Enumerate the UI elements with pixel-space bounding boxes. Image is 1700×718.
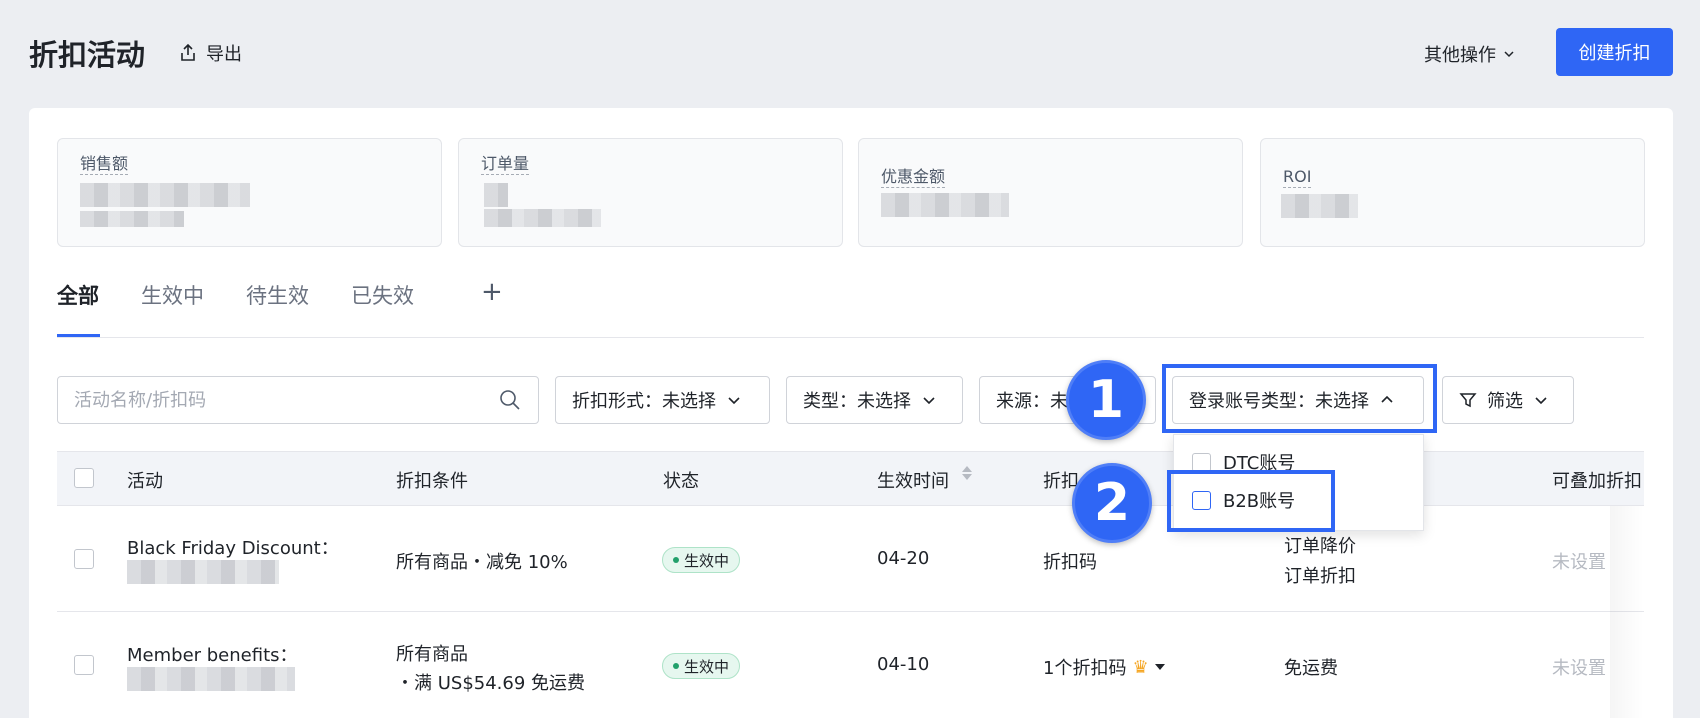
row-checkbox[interactable] <box>74 655 94 675</box>
status-badge: 生效中 <box>662 653 741 679</box>
blurred-value <box>484 183 508 207</box>
stackable-value: 未设置 <box>1552 552 1606 573</box>
filter-icon <box>1459 393 1477 408</box>
search-input[interactable] <box>74 389 498 411</box>
filter-label: 筛选 <box>1487 391 1523 412</box>
activity-name[interactable]: Member benefits： <box>127 641 298 667</box>
discount-type: 免运费 <box>1284 658 1338 679</box>
column-header-activity: 活动 <box>127 471 163 492</box>
status-tabs: 全部 生效中 待生效 已失效 <box>57 280 456 310</box>
search-icon[interactable] <box>498 388 522 412</box>
stat-card-orders: 订单量 <box>458 138 843 247</box>
blurred-value <box>127 667 295 691</box>
add-tab-icon[interactable]: + <box>481 279 503 305</box>
tab-all[interactable]: 全部 <box>57 280 99 310</box>
activity-name[interactable]: Black Friday Discount： <box>127 534 339 560</box>
stat-label: 销售额 <box>80 154 129 175</box>
stackable-value: 未设置 <box>1552 658 1606 679</box>
crown-icon: ♛ <box>1132 656 1149 678</box>
tabs-divider <box>57 337 1644 338</box>
filter-label: 类型：未选择 <box>803 391 911 412</box>
chevron-down-icon <box>1504 51 1514 58</box>
blurred-value <box>80 211 184 227</box>
step-badge-2: 2 <box>1072 463 1152 543</box>
other-ops-label: 其他操作 <box>1424 45 1496 66</box>
status-dot <box>673 663 679 669</box>
blurred-value <box>1281 194 1358 218</box>
discount-code-count: 1个折扣码 <box>1043 658 1127 679</box>
discount-condition: 所有商品 <box>396 644 468 665</box>
discount-method: 折扣码 <box>1043 552 1097 573</box>
tab-expired[interactable]: 已失效 <box>351 280 414 310</box>
blurred-value <box>881 193 1009 217</box>
export-label: 导出 <box>206 44 242 65</box>
discount-type: 订单折扣 <box>1284 566 1356 587</box>
chevron-down-icon <box>1535 397 1547 405</box>
discount-type: 订单降价 <box>1284 536 1356 557</box>
filter-screen-button[interactable]: 筛选 <box>1442 376 1574 424</box>
tab-active[interactable]: 生效中 <box>141 280 204 310</box>
stat-label: ROI <box>1283 167 1312 188</box>
status-dot <box>673 557 679 563</box>
search-box <box>57 376 539 424</box>
effective-time: 04-20 <box>877 548 930 569</box>
status-text: 生效中 <box>684 657 730 676</box>
chevron-down-icon <box>728 397 740 405</box>
page-header: 折扣活动 导出 其他操作 创建折扣 <box>0 0 1700 104</box>
filter-discount-form[interactable]: 折扣形式：未选择 <box>555 376 770 424</box>
export-button[interactable]: 导出 <box>178 40 242 66</box>
stat-card-sales: 销售额 <box>57 138 442 247</box>
blurred-value <box>80 183 250 207</box>
column-header-condition: 折扣条件 <box>396 471 468 492</box>
step-badge-1: 1 <box>1066 360 1146 440</box>
status-text: 生效中 <box>684 551 730 570</box>
stat-label: 订单量 <box>481 154 530 175</box>
scroll-shadow <box>1610 506 1644 718</box>
discount-condition: ・满 US$54.69 免运费 <box>396 673 586 694</box>
page-title: 折扣活动 <box>29 38 146 72</box>
sort-icon[interactable] <box>962 466 972 480</box>
column-header-stackable: 可叠加折扣 <box>1552 471 1642 492</box>
effective-time: 04-10 <box>877 654 930 675</box>
filter-label: 折扣形式：未选择 <box>572 391 716 412</box>
stat-card-discount-amount: 优惠金额 <box>858 138 1243 247</box>
select-all-checkbox[interactable] <box>74 468 94 488</box>
blurred-value <box>484 209 601 227</box>
discount-condition: 所有商品・减免 10% <box>396 552 568 573</box>
stat-label: 优惠金额 <box>881 167 946 188</box>
row-divider <box>57 611 1644 612</box>
discount-method[interactable]: 1个折扣码 ♛ <box>1043 654 1165 680</box>
dtc-checkbox[interactable] <box>1192 452 1211 472</box>
row-checkbox[interactable] <box>74 549 94 569</box>
create-discount-button[interactable]: 创建折扣 <box>1556 28 1673 76</box>
column-header-status: 状态 <box>663 471 699 492</box>
other-ops-dropdown[interactable]: 其他操作 <box>1424 41 1516 67</box>
stat-card-roi: ROI <box>1260 138 1645 247</box>
highlight-b2b-option <box>1167 470 1335 532</box>
filter-type[interactable]: 类型：未选择 <box>786 376 963 424</box>
chevron-down-icon <box>923 397 935 405</box>
caret-down-icon <box>1154 664 1165 670</box>
tab-pending[interactable]: 待生效 <box>246 280 309 310</box>
blurred-value <box>127 560 279 584</box>
column-header-effective-time: 生效时间 <box>877 471 949 492</box>
status-badge: 生效中 <box>662 547 741 573</box>
highlight-login-account-filter <box>1162 364 1437 433</box>
export-icon <box>181 43 195 61</box>
